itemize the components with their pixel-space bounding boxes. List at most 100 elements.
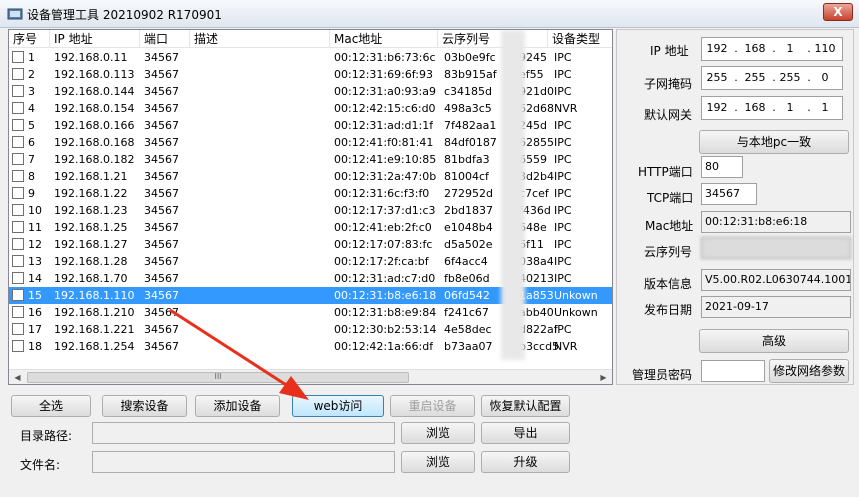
ip-address-field[interactable]: 192. 168. 1. 110 (701, 37, 843, 61)
cell-serial_a: 84df0187 (444, 136, 497, 149)
row-checkbox[interactable] (12, 323, 24, 335)
modify-network-button[interactable]: 修改网络参数 (769, 359, 849, 383)
row-checkbox[interactable] (12, 51, 24, 63)
cell-port: 34567 (144, 221, 179, 234)
mask-octet[interactable]: 255 (740, 67, 770, 89)
cell-ip: 192.168.1.210 (54, 306, 135, 319)
cell-type: IPC (554, 136, 572, 149)
cell-no: 18 (28, 340, 42, 353)
tcp-port-field[interactable]: 34567 (701, 183, 757, 205)
row-checkbox[interactable] (12, 102, 24, 114)
search-devices-button[interactable]: 搜索设备 (102, 395, 187, 417)
cell-serial_a: fb8e06d (444, 272, 490, 285)
row-checkbox[interactable] (12, 255, 24, 267)
gateway-octet[interactable]: 168 (740, 97, 770, 119)
cell-mac: 00:12:31:b8:e6:18 (334, 289, 437, 302)
scroll-left-icon[interactable]: ◀ (9, 370, 26, 384)
horizontal-scrollbar[interactable]: ◀ III ▶ (9, 369, 612, 384)
add-device-button[interactable]: 添加设备 (195, 395, 280, 417)
export-button[interactable]: 导出 (481, 422, 570, 444)
advanced-button[interactable]: 高级 (699, 329, 849, 353)
cell-serial_a: 83b915af (444, 68, 497, 81)
cell-no: 12 (28, 238, 42, 251)
select-all-button[interactable]: 全选 (11, 395, 91, 417)
ip-octet[interactable]: 1 (775, 38, 805, 60)
gateway-octet[interactable]: 1 (810, 97, 840, 119)
window-title: 设备管理工具 20210902 R170901 (27, 8, 222, 22)
cell-type: IPC (554, 238, 572, 251)
cell-port: 34567 (144, 255, 179, 268)
cell-type: IPC (554, 68, 572, 81)
cell-mac: 00:12:17:37:d1:c3 (334, 204, 436, 217)
upgrade-button[interactable]: 升级 (481, 451, 570, 473)
admin-password-field[interactable] (701, 360, 765, 382)
row-checkbox[interactable] (12, 204, 24, 216)
column-header-mac[interactable]: Mac地址 (330, 30, 438, 48)
row-checkbox[interactable] (12, 340, 24, 352)
row-checkbox[interactable] (12, 136, 24, 148)
cell-mac: 00:12:31:6c:f3:f0 (334, 187, 430, 200)
cell-port: 34567 (144, 119, 179, 132)
cell-serial_a: 272952d (444, 187, 493, 200)
column-header-desc[interactable]: 描述 (190, 30, 330, 48)
cell-ip: 192.168.1.25 (54, 221, 128, 234)
cell-mac: 00:12:31:ad:d1:1f (334, 119, 434, 132)
cell-serial_a: f241c67 (444, 306, 489, 319)
row-checkbox[interactable] (12, 238, 24, 250)
row-checkbox[interactable] (12, 289, 24, 301)
match-local-pc-button[interactable]: 与本地pc一致 (699, 130, 849, 154)
filename-label: 文件名: (20, 458, 61, 472)
tcp-port-label: TCP端口 (647, 191, 694, 205)
mask-octet[interactable]: 0 (810, 67, 840, 89)
cell-serial_a: 6f4acc4 (444, 255, 488, 268)
row-checkbox[interactable] (12, 221, 24, 233)
cell-no: 2 (28, 68, 35, 81)
row-checkbox[interactable] (12, 187, 24, 199)
cell-type: IPC (554, 272, 572, 285)
row-checkbox[interactable] (12, 68, 24, 80)
ip-octet[interactable]: 192 (702, 38, 732, 60)
mask-octet[interactable]: 255 (775, 67, 805, 89)
row-checkbox[interactable] (12, 306, 24, 318)
reboot-device-button[interactable]: 重启设备 (390, 395, 475, 417)
cell-ip: 192.168.1.22 (54, 187, 128, 200)
row-checkbox[interactable] (12, 153, 24, 165)
column-header-ip[interactable]: IP 地址 (50, 30, 140, 48)
browse-path-button[interactable]: 浏览 (401, 422, 475, 444)
cell-port: 34567 (144, 289, 179, 302)
filename-field[interactable] (92, 451, 395, 473)
serial-field-redacted (701, 237, 851, 259)
column-header-type[interactable]: 设备类型 (548, 30, 612, 48)
app-icon (7, 8, 23, 20)
row-checkbox[interactable] (12, 170, 24, 182)
web-access-button[interactable]: web访问 (292, 395, 384, 417)
cell-ip: 192.168.1.21 (54, 170, 128, 183)
row-checkbox[interactable] (12, 272, 24, 284)
close-button[interactable]: X (823, 3, 853, 21)
cell-type: IPC (554, 119, 572, 132)
cell-ip: 192.168.1.23 (54, 204, 128, 217)
ip-octet[interactable]: 168 (740, 38, 770, 60)
http-port-field[interactable]: 80 (701, 156, 743, 178)
scroll-right-icon[interactable]: ▶ (595, 370, 612, 384)
column-header-no[interactable]: 序号 (9, 30, 50, 48)
row-checkbox[interactable] (12, 85, 24, 97)
scroll-thumb[interactable]: III (27, 372, 409, 383)
cell-ip: 192.168.0.154 (54, 102, 135, 115)
path-field[interactable] (92, 422, 395, 444)
column-header-serial[interactable]: 云序列号 (438, 30, 548, 48)
browse-file-button[interactable]: 浏览 (401, 451, 475, 473)
serial-label: 云序列号 (644, 245, 693, 259)
mask-octet[interactable]: 255 (702, 67, 732, 89)
gateway-octet[interactable]: 1 (775, 97, 805, 119)
device-list[interactable]: 序号 IP 地址 端口 描述 Mac地址 云序列号 设备类型 1 192.168.… (8, 29, 613, 385)
subnet-mask-field[interactable]: 255. 255. 255. 0 (701, 66, 843, 90)
version-field: V5.00.R02.L0630744.10010.3 (701, 269, 851, 291)
cell-mac: 00:12:17:07:83:fc (334, 238, 433, 251)
gateway-field[interactable]: 192. 168. 1. 1 (701, 96, 843, 120)
row-checkbox[interactable] (12, 119, 24, 131)
ip-octet[interactable]: 110 (810, 38, 840, 60)
restore-defaults-button[interactable]: 恢复默认配置 (481, 395, 570, 417)
column-header-port[interactable]: 端口 (140, 30, 190, 48)
gateway-octet[interactable]: 192 (702, 97, 732, 119)
